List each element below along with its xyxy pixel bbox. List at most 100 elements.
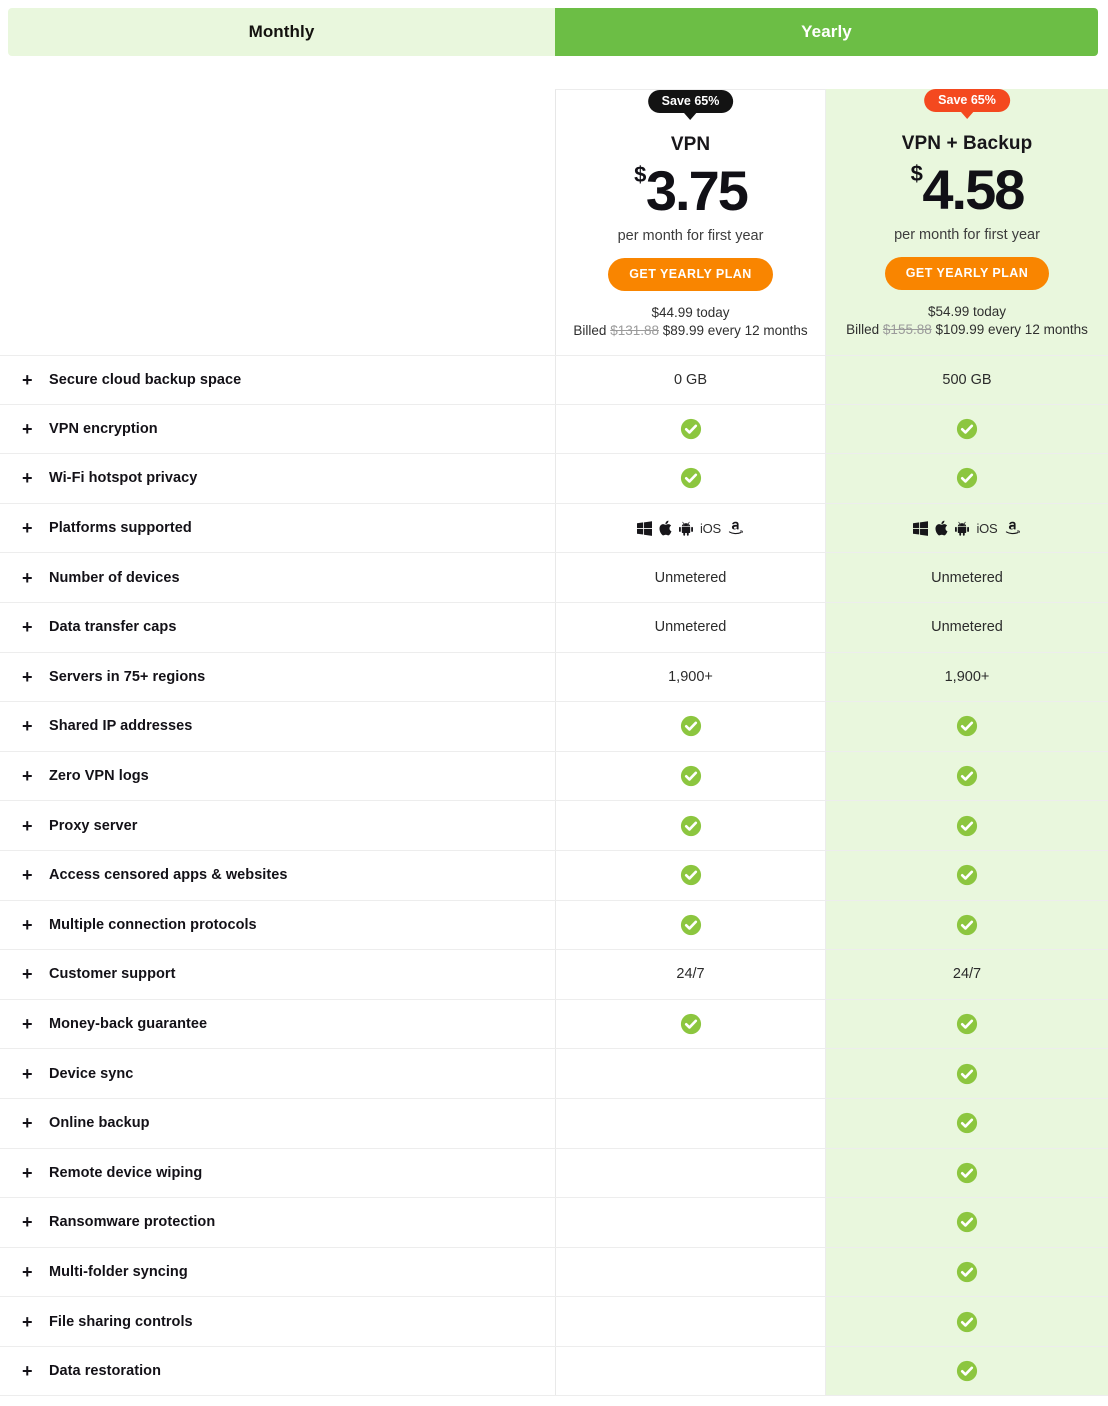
plus-icon: + bbox=[22, 1261, 33, 1282]
feature-toggle[interactable]: + Platforms supported bbox=[0, 504, 555, 553]
check-icon bbox=[956, 1211, 978, 1233]
feature-label: Multiple connection protocols bbox=[49, 916, 257, 933]
feature-toggle[interactable]: + Data restoration bbox=[0, 1347, 555, 1396]
feature-toggle[interactable]: + Zero VPN logs bbox=[0, 752, 555, 801]
feature-toggle[interactable]: + Secure cloud backup space bbox=[0, 356, 555, 404]
get-yearly-plan-button-vpn-backup[interactable]: GET YEARLY PLAN bbox=[884, 257, 1050, 290]
cell-value-vpn-backup: 24/7 bbox=[952, 966, 982, 983]
check-icon bbox=[956, 1261, 978, 1283]
cell-vpn-backup: iOS bbox=[826, 503, 1108, 553]
price-note-vpn: per month for first year bbox=[617, 228, 764, 244]
feature-toggle[interactable]: + Customer support bbox=[0, 950, 555, 999]
feature-toggle[interactable]: + Number of devices bbox=[0, 553, 555, 602]
plus-icon: + bbox=[22, 964, 33, 985]
ios-label: iOS bbox=[976, 520, 998, 536]
feature-label: Online backup bbox=[49, 1115, 150, 1132]
check-icon bbox=[956, 864, 978, 886]
table-row: + Multi-folder syncing bbox=[0, 1247, 1108, 1298]
feature-toggle[interactable]: + Device sync bbox=[0, 1049, 555, 1098]
platforms-icon-group: iOS bbox=[636, 520, 744, 536]
billing-period-tabs: Monthly Yearly bbox=[8, 8, 1098, 56]
price-currency-vpn-backup: $ bbox=[910, 161, 923, 186]
plus-icon: + bbox=[22, 865, 33, 886]
plus-icon: + bbox=[22, 815, 33, 836]
feature-toggle[interactable]: + Wi-Fi hotspot privacy bbox=[0, 454, 555, 503]
cell-value-vpn-backup: Unmetered bbox=[931, 619, 1003, 636]
feature-toggle[interactable]: + Servers in 75+ regions bbox=[0, 653, 555, 702]
cell-vpn bbox=[555, 999, 826, 1049]
feature-label: Device sync bbox=[49, 1065, 134, 1082]
cell-vpn bbox=[555, 1297, 826, 1346]
feature-toggle[interactable]: + Access censored apps & websites bbox=[0, 851, 555, 900]
cell-vpn bbox=[555, 454, 826, 503]
cell-vpn-backup bbox=[826, 1098, 1108, 1148]
cell-vpn-backup: 500 GB bbox=[826, 356, 1108, 404]
plus-icon: + bbox=[22, 1162, 33, 1183]
feature-toggle[interactable]: + Online backup bbox=[0, 1099, 555, 1148]
feature-toggle[interactable]: + Ransomware protection bbox=[0, 1198, 555, 1247]
table-row: + Data restoration bbox=[0, 1346, 1108, 1397]
cell-vpn bbox=[555, 1148, 826, 1198]
cell-vpn bbox=[555, 702, 826, 751]
check-icon bbox=[956, 467, 978, 489]
cell-vpn bbox=[555, 1049, 826, 1098]
feature-toggle[interactable]: + File sharing controls bbox=[0, 1297, 555, 1346]
check-icon bbox=[956, 914, 978, 936]
cell-value-vpn: 1,900+ bbox=[668, 668, 713, 685]
billing-prefix-vpn-backup: Billed bbox=[846, 322, 880, 338]
get-yearly-plan-button-vpn[interactable]: GET YEARLY PLAN bbox=[608, 258, 773, 291]
billing-old-price-vpn-backup: $155.88 bbox=[882, 322, 932, 338]
tab-yearly[interactable]: Yearly bbox=[555, 8, 1098, 56]
amazon-icon bbox=[728, 520, 744, 536]
plus-icon: + bbox=[22, 468, 33, 489]
cell-vpn-backup bbox=[826, 1148, 1108, 1198]
cell-value-vpn-backup: 500 GB bbox=[942, 371, 992, 388]
feature-toggle[interactable]: + Multi-folder syncing bbox=[0, 1248, 555, 1297]
table-row: + Servers in 75+ regions 1,900+ 1,900+ bbox=[0, 652, 1108, 703]
feature-toggle[interactable]: + Money-back guarantee bbox=[0, 1000, 555, 1049]
apple-icon bbox=[659, 520, 672, 536]
feature-toggle[interactable]: + Remote device wiping bbox=[0, 1149, 555, 1198]
cell-vpn-backup bbox=[826, 1247, 1108, 1297]
tab-yearly-label: Yearly bbox=[801, 22, 852, 41]
tab-monthly-label: Monthly bbox=[248, 22, 315, 41]
cell-vpn: Unmetered bbox=[555, 602, 826, 652]
check-icon bbox=[680, 914, 702, 936]
plus-icon: + bbox=[22, 1361, 33, 1382]
feature-toggle[interactable]: + Shared IP addresses bbox=[0, 702, 555, 751]
cell-vpn bbox=[555, 1346, 826, 1396]
table-row: + Shared IP addresses bbox=[0, 702, 1108, 752]
check-icon bbox=[680, 467, 702, 489]
billing-new-price-vpn: $89.99 every 12 months bbox=[662, 323, 808, 339]
save-badge-vpn-label: Save 65% bbox=[661, 94, 720, 108]
cell-vpn-backup bbox=[826, 404, 1108, 454]
cell-vpn-backup: 24/7 bbox=[826, 950, 1108, 999]
cell-vpn-backup: Unmetered bbox=[826, 602, 1108, 652]
feature-toggle[interactable]: + Multiple connection protocols bbox=[0, 901, 555, 950]
tab-monthly[interactable]: Monthly bbox=[8, 8, 555, 56]
check-icon bbox=[956, 815, 978, 837]
feature-label: Shared IP addresses bbox=[49, 718, 193, 735]
plus-icon: + bbox=[22, 518, 33, 539]
feature-toggle[interactable]: + Proxy server bbox=[0, 801, 555, 850]
feature-toggle[interactable]: + Data transfer caps bbox=[0, 603, 555, 652]
cell-value-vpn: Unmetered bbox=[654, 619, 727, 636]
cell-value-vpn-backup: 1,900+ bbox=[944, 668, 990, 685]
plan-price-vpn: $3.75 bbox=[556, 163, 825, 219]
billing-details-vpn-backup: $54.99 today Billed $155.88 $109.99 ever… bbox=[826, 303, 1108, 339]
feature-label: Proxy server bbox=[49, 817, 138, 834]
cell-vpn bbox=[555, 801, 826, 850]
feature-label: Data restoration bbox=[49, 1363, 161, 1380]
android-icon bbox=[678, 521, 693, 536]
cell-vpn-backup bbox=[826, 1049, 1108, 1098]
feature-toggle[interactable]: + VPN encryption bbox=[0, 405, 555, 454]
save-badge-vpn-backup-label: Save 65% bbox=[938, 93, 996, 107]
plus-icon: + bbox=[22, 418, 33, 439]
cell-vpn bbox=[555, 900, 826, 950]
check-icon bbox=[956, 1311, 978, 1333]
windows-icon bbox=[636, 520, 652, 536]
check-icon bbox=[956, 1162, 978, 1184]
plus-icon: + bbox=[22, 567, 33, 588]
table-row: + Platforms supported iOS iOS bbox=[0, 503, 1108, 554]
cell-vpn: Unmetered bbox=[555, 553, 826, 602]
